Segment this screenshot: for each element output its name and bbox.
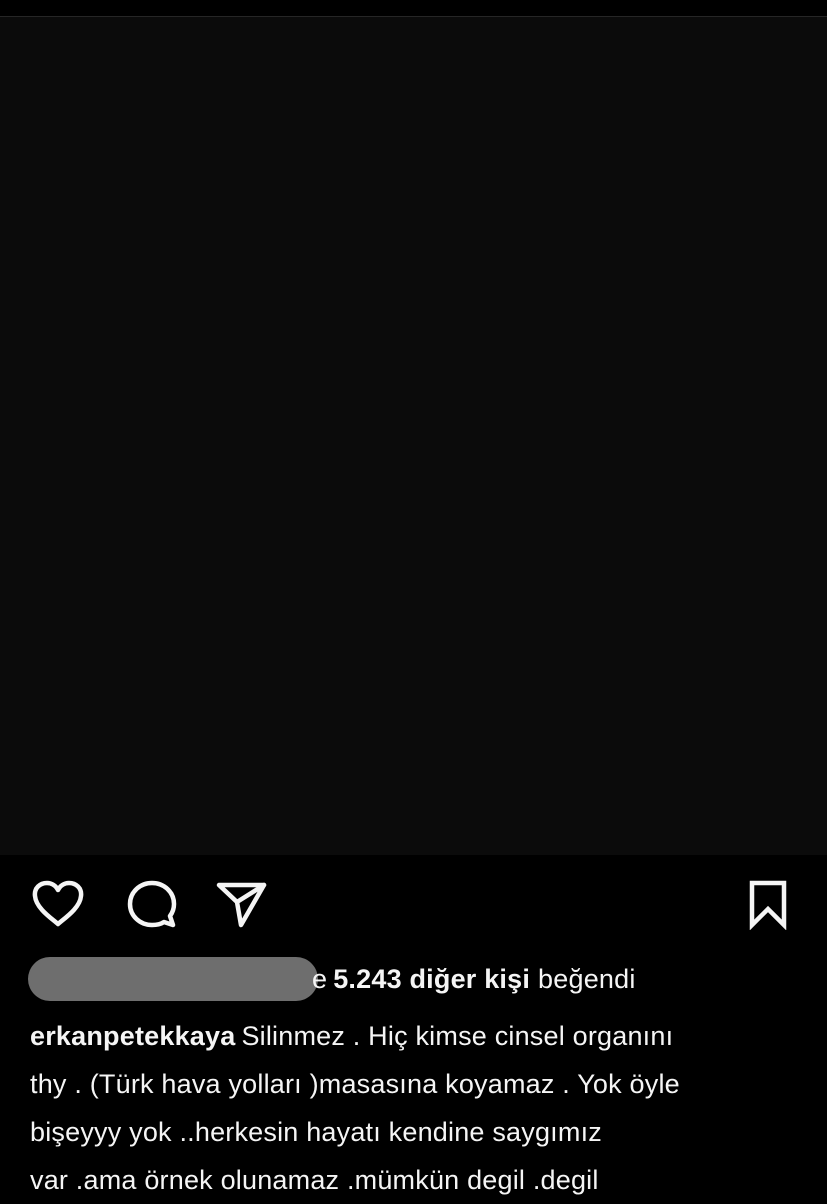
caption-line-1: erkanpetekkaya Silinmez . Hiç kimse cinse…	[30, 1012, 810, 1060]
likes-suffix: beğendi	[538, 963, 636, 994]
caption-line-3: bişeyyy yok ..herkesin hayatı kendine sa…	[30, 1117, 602, 1147]
post-action-bar	[0, 868, 827, 934]
caption-line-4: var .ama örnek olunamaz .mümkün degil .d…	[30, 1165, 599, 1195]
heart-icon	[32, 880, 84, 927]
save-button[interactable]	[740, 876, 796, 932]
likes-count[interactable]: 5.243 diğer kişi	[333, 964, 530, 995]
likes-partial-text: e	[312, 963, 328, 994]
like-button[interactable]	[30, 876, 86, 932]
paper-plane-icon	[216, 882, 267, 928]
top-bar	[0, 0, 827, 17]
post-media[interactable]	[0, 17, 827, 855]
bookmark-icon	[749, 880, 787, 930]
caption-username[interactable]: erkanpetekkaya	[30, 1021, 235, 1051]
comment-button[interactable]	[124, 876, 180, 932]
redacted-username	[28, 957, 318, 1001]
caption-line-2: thy . (Türk hava yolları )masasına koyam…	[30, 1069, 680, 1099]
post-caption: erkanpetekkaya Silinmez . Hiç kimse cinse…	[30, 1012, 810, 1204]
share-button[interactable]	[213, 876, 269, 932]
caption-text: Silinmez . Hiç kimse cinsel organını	[241, 1021, 674, 1051]
comment-icon	[127, 880, 177, 928]
likes-summary[interactable]: e 5.243 diğer kişi beğendi	[28, 955, 636, 1003]
